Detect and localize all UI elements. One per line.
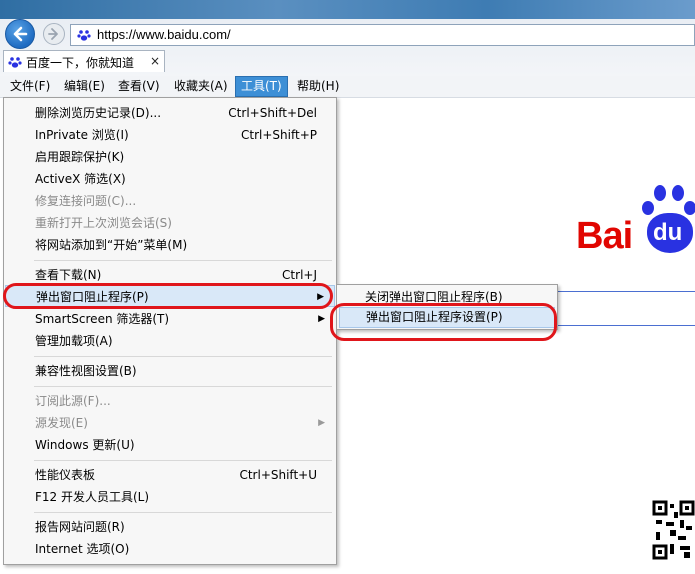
menu-item-label: F12 开发人员工具(L) — [35, 490, 150, 504]
menu-item-subscribe-feed: 订阅此源(F)... — [5, 390, 335, 412]
address-bar[interactable]: https://www.baidu.com/ — [70, 24, 695, 46]
baidu-logo: Bai du — [576, 185, 695, 257]
menu-item-report-site[interactable]: 报告网站问题(R) — [5, 516, 335, 538]
logo-paw-pad — [672, 185, 684, 201]
menu-item-delete-history[interactable]: 删除浏览历史记录(D)... Ctrl+Shift+Del — [5, 102, 335, 124]
menu-item-activex-filter[interactable]: ActiveX 筛选(X) — [5, 168, 335, 190]
menu-item-compat-view[interactable]: 兼容性视图设置(B) — [5, 360, 335, 382]
menu-separator — [34, 460, 332, 461]
forward-arrow-icon — [48, 28, 58, 40]
menu-item-tracking-protection[interactable]: 启用跟踪保护(K) — [5, 146, 335, 168]
menu-item-label: 修复连接问题(C)... — [35, 194, 137, 208]
menu-item-reopen-session: 重新打开上次浏览会话(S) — [5, 212, 335, 234]
menu-item-label: 将网站添加到“开始”菜单(M) — [35, 238, 188, 252]
menu-item-label: 重新打开上次浏览会话(S) — [35, 216, 172, 230]
back-arrow-icon — [13, 26, 28, 42]
menu-item-manage-addons[interactable]: 管理加载项(A) — [5, 330, 335, 352]
annotation-highlight-popup-blocker — [3, 283, 333, 309]
logo-paw-pad — [642, 201, 654, 215]
logo-paw-pad — [654, 185, 666, 201]
menu-edit[interactable]: 编辑(E) — [59, 76, 110, 97]
menu-item-shortcut: Ctrl+Shift+Del — [228, 106, 317, 120]
menu-item-shortcut: Ctrl+Shift+P — [241, 128, 317, 142]
logo-du-text: du — [653, 219, 683, 246]
menu-item-shortcut: Ctrl+Shift+U — [239, 468, 317, 482]
menu-item-feed-discovery: 源发现(E) ▶ — [5, 412, 335, 434]
menu-separator — [34, 386, 332, 387]
menu-item-label: 报告网站问题(R) — [35, 520, 125, 534]
logo-paw-palm: du — [647, 213, 693, 253]
menu-item-add-to-start[interactable]: 将网站添加到“开始”菜单(M) — [5, 234, 335, 256]
browser-chrome: https://www.baidu.com/ 百度一下，你就知道 × — [0, 0, 695, 76]
menu-item-internet-options[interactable]: Internet 选项(O) — [5, 538, 335, 560]
menu-item-label: 兼容性视图设置(B) — [35, 364, 137, 378]
menu-file[interactable]: 文件(F) — [5, 76, 55, 97]
qr-code-icon — [652, 500, 695, 562]
menu-bar: 文件(F) 编辑(E) 查看(V) 收藏夹(A) 工具(T) 帮助(H) — [0, 76, 695, 98]
menu-item-label: 源发现(E) — [35, 416, 88, 430]
menu-help[interactable]: 帮助(H) — [292, 76, 344, 97]
menu-item-label: Windows 更新(U) — [35, 438, 135, 452]
menu-separator — [34, 512, 332, 513]
menu-item-label: 性能仪表板 — [35, 468, 96, 482]
menu-item-performance-dashboard[interactable]: 性能仪表板 Ctrl+Shift+U — [5, 464, 335, 486]
menu-item-label: SmartScreen 筛选器(T) — [35, 312, 170, 326]
menu-item-label: ActiveX 筛选(X) — [35, 172, 126, 186]
logo-paw-pad — [684, 201, 695, 215]
logo-text: Bai — [576, 215, 633, 257]
tab-close-icon[interactable]: × — [150, 54, 160, 68]
menu-item-label: Internet 选项(O) — [35, 542, 130, 556]
baidu-paw-icon — [77, 30, 91, 41]
menu-tools[interactable]: 工具(T) — [235, 76, 288, 97]
forward-button[interactable] — [43, 23, 65, 45]
menu-item-f12-devtools[interactable]: F12 开发人员工具(L) — [5, 486, 335, 508]
browser-tab[interactable]: 百度一下，你就知道 × — [3, 50, 165, 72]
menu-item-label: 删除浏览历史记录(D)... — [35, 106, 162, 120]
menu-view[interactable]: 查看(V) — [113, 76, 165, 97]
menu-item-fix-connection: 修复连接问题(C)... — [5, 190, 335, 212]
menu-item-smartscreen[interactable]: SmartScreen 筛选器(T) ▶ — [5, 308, 335, 330]
window-titlebar — [0, 0, 695, 19]
menu-item-label: 订阅此源(F)... — [35, 394, 111, 408]
submenu-arrow-icon: ▶ — [318, 314, 325, 324]
menu-item-label: 启用跟踪保护(K) — [35, 150, 125, 164]
tools-menu: 删除浏览历史记录(D)... Ctrl+Shift+Del InPrivate … — [3, 97, 337, 565]
tab-title: 百度一下，你就知道 — [26, 56, 135, 70]
annotation-highlight-popup-settings — [330, 303, 557, 341]
baidu-paw-icon — [8, 57, 22, 68]
menu-favorites[interactable]: 收藏夹(A) — [169, 76, 233, 97]
menu-separator — [34, 356, 332, 357]
submenu-arrow-icon: ▶ — [318, 418, 325, 428]
menu-item-windows-update[interactable]: Windows 更新(U) — [5, 434, 335, 456]
address-url[interactable]: https://www.baidu.com/ — [97, 27, 231, 42]
menu-separator — [34, 260, 332, 261]
back-button[interactable] — [5, 19, 35, 49]
menu-item-label: 管理加载项(A) — [35, 334, 113, 348]
menu-item-inprivate[interactable]: InPrivate 浏览(I) Ctrl+Shift+P — [5, 124, 335, 146]
menu-item-label: InPrivate 浏览(I) — [35, 128, 129, 142]
search-box[interactable] — [555, 291, 695, 326]
